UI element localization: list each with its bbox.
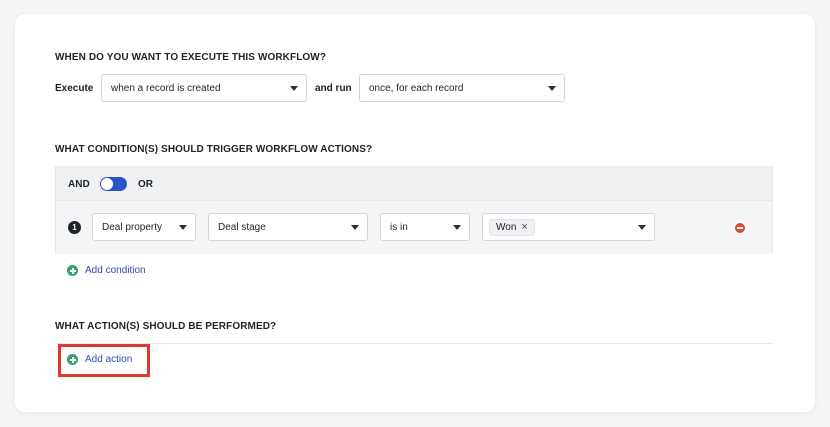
add-condition-button[interactable]: Add condition	[67, 265, 146, 276]
value-chip-label: Won	[496, 221, 517, 233]
condition-object-value: Deal property	[102, 221, 163, 233]
action-divider	[55, 343, 773, 344]
run-label: and run	[315, 83, 352, 94]
conditions-header: AND OR	[56, 167, 772, 201]
toggle-knob	[101, 178, 113, 190]
action-section-title: WHAT ACTION(S) SHOULD BE PERFORMED?	[55, 321, 277, 332]
close-icon[interactable]: ×	[521, 221, 527, 233]
condition-number-badge: 1	[68, 221, 81, 234]
condition-operator-select[interactable]: is in	[380, 213, 470, 241]
condition-operator-value: is in	[390, 221, 408, 233]
plus-circle-icon	[67, 265, 78, 276]
caret-down-icon	[179, 224, 187, 230]
value-chip: Won ×	[489, 218, 535, 236]
condition-field-value: Deal stage	[218, 221, 266, 233]
caret-down-icon	[548, 85, 556, 91]
condition-row: 1 Deal property Deal stage is in Won ×	[56, 201, 772, 254]
condition-values-select[interactable]: Won ×	[482, 213, 655, 241]
conditions-panel: AND OR 1 Deal property Deal stage is in …	[55, 166, 773, 254]
condition-field-select[interactable]: Deal stage	[208, 213, 368, 241]
condition-section-title: WHAT CONDITION(S) SHOULD TRIGGER WORKFLO…	[55, 144, 373, 155]
caret-down-icon	[351, 224, 359, 230]
and-or-toggle[interactable]	[100, 177, 127, 191]
execute-label: Execute	[55, 83, 94, 94]
execute-section-title: WHEN DO YOU WANT TO EXECUTE THIS WORKFLO…	[55, 52, 327, 63]
trigger-select-value: when a record is created	[111, 82, 221, 94]
and-label: AND	[68, 179, 90, 190]
caret-down-icon	[638, 224, 646, 230]
add-action-highlight	[58, 344, 150, 377]
run-frequency-value: once, for each record	[369, 82, 464, 94]
caret-down-icon	[453, 224, 461, 230]
condition-object-select[interactable]: Deal property	[92, 213, 196, 241]
add-condition-label: Add condition	[85, 265, 146, 276]
remove-condition-icon[interactable]	[735, 223, 745, 233]
or-label: OR	[138, 179, 153, 190]
caret-down-icon	[290, 85, 298, 91]
trigger-select[interactable]: when a record is created	[101, 74, 307, 102]
run-frequency-select[interactable]: once, for each record	[359, 74, 565, 102]
